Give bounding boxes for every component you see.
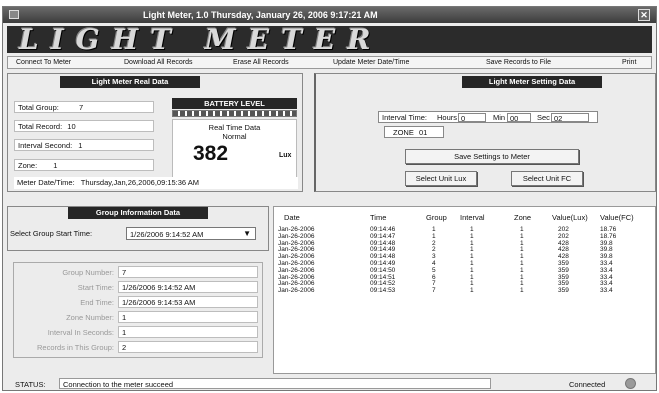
menu-update-meter-date-time[interactable]: Update Meter Date/Time — [333, 59, 409, 66]
zone-setting-row: ZONE 01 — [384, 126, 444, 138]
zone-number-label: Zone Number: — [66, 313, 114, 322]
start-time-label: Start Time: — [77, 283, 114, 292]
zone-value: 1 — [53, 161, 58, 170]
settings-header: Light Meter Setting Data — [462, 76, 602, 88]
select-unit-fc-button[interactable]: Select Unit FC — [511, 171, 583, 186]
realtime-status: Normal — [222, 132, 247, 141]
start-time-value: 1/26/2006 9:14:52 AM — [118, 281, 258, 293]
table-cell: 7 — [432, 287, 436, 295]
battery-level-fill — [173, 111, 296, 116]
battery-level-label: BATTERY LEVEL — [172, 98, 297, 109]
select-group-label: Select Group Start Time: — [10, 229, 93, 238]
app-banner: LIGHT METER — [7, 26, 652, 54]
end-time-value: 1/26/2006 9:14:53 AM — [118, 296, 258, 308]
save-settings-button[interactable]: Save Settings to Meter — [405, 149, 579, 164]
group-details-panel: Group Number: 7 Start Time: 1/26/2006 9:… — [13, 262, 263, 358]
meter-datetime-label: Meter Date/Time: — [17, 178, 75, 187]
group-info-select-panel: Group Information Data Select Group Star… — [7, 206, 269, 251]
records-in-group-label: Records in This Group: — [37, 343, 114, 352]
menu-erase-all-records[interactable]: Erase All Records — [233, 59, 289, 66]
interval-seconds-label: Interval In Seconds: — [47, 328, 114, 337]
status-bar: STATUS: Connection to the meter succeed … — [7, 378, 656, 391]
lux-reading: 382 — [193, 142, 229, 165]
meter-datetime-field: Meter Date/Time: Thursday,Jan,26,2006,09… — [14, 177, 298, 189]
table-cell: 09:14:53 — [370, 287, 396, 295]
total-record-field: Total Record: 10 — [14, 120, 154, 132]
table-cell: 1 — [520, 287, 524, 295]
app-icon — [9, 10, 19, 19]
total-group-value: 7 — [78, 103, 84, 112]
total-group-field: Total Group: 7 — [14, 101, 154, 113]
chevron-down-icon[interactable]: ▼ — [243, 229, 251, 238]
interval-second-label: Interval Second: — [18, 141, 73, 150]
battery-level-bar — [172, 110, 297, 117]
menu-bar: Connect To Meter Download All Records Er… — [7, 56, 652, 69]
interval-seconds-value: 1 — [118, 326, 258, 338]
settings-panel: Light Meter Setting Data Interval Time: … — [314, 73, 656, 192]
column-header-zone: Zone — [514, 213, 532, 222]
hours-label: Hours — [437, 113, 458, 122]
connection-status: Connected — [569, 380, 606, 389]
table-cell: 1 — [470, 287, 474, 295]
zone-field: Zone: 1 — [14, 159, 154, 171]
connection-led-icon — [625, 378, 636, 389]
status-message: Connection to the meter succeed — [63, 380, 174, 389]
reading-unit: Lux — [279, 152, 292, 159]
sec-label: Sec — [537, 113, 550, 122]
close-icon[interactable]: ✕ — [638, 9, 650, 21]
column-header-interval: Interval — [460, 213, 485, 222]
zone-label: Zone: — [18, 161, 38, 170]
realtime-label: Real Time Data — [208, 123, 261, 132]
zone-setting-input[interactable]: 01 — [419, 128, 427, 137]
column-header-date: Date — [284, 213, 300, 222]
group-start-time-select[interactable]: 1/26/2006 9:14:52 AM ▼ — [126, 227, 256, 240]
table-cell: 359 — [558, 287, 569, 295]
real-data-panel: Light Meter Real Data Total Group: 7 Tot… — [7, 73, 303, 192]
total-group-label: Total Group: — [18, 103, 59, 112]
hours-input[interactable]: 0 — [458, 113, 486, 123]
group-info-header: Group Information Data — [68, 207, 208, 219]
title-bar: Light Meter, 1.0 Thursday, January 26, 2… — [3, 7, 656, 23]
interval-time-label: Interval Time: — [382, 113, 428, 122]
real-data-header: Light Meter Real Data — [60, 76, 200, 88]
total-record-label: Total Record: — [18, 122, 63, 131]
realtime-display: Real Time Data Normal 382 Lux — [172, 119, 297, 181]
window-title: Light Meter, 1.0 Thursday, January 26, 2… — [143, 10, 378, 20]
column-header-value-lux: Value(Lux) — [552, 213, 588, 222]
meter-datetime-value: Thursday,Jan,26,2006,09:15:36 AM — [80, 178, 200, 187]
end-time-label: End Time: — [80, 298, 114, 307]
total-record-value: 10 — [67, 122, 76, 131]
menu-save-records-to-file[interactable]: Save Records to File — [486, 59, 551, 66]
zone-number-value: 1 — [118, 311, 258, 323]
table-cell: Jan-26-2006 — [278, 287, 315, 295]
sec-input[interactable]: 02 — [551, 113, 589, 123]
menu-connect-to-meter[interactable]: Connect To Meter — [16, 59, 71, 66]
group-start-time-value: 1/26/2006 9:14:52 AM — [130, 230, 204, 239]
main-window: Light Meter, 1.0 Thursday, January 26, 2… — [2, 6, 657, 391]
column-header-time: Time — [370, 213, 387, 222]
table-cell: 33.4 — [600, 287, 613, 295]
records-in-group-value: 2 — [118, 341, 258, 353]
min-label: Min — [493, 113, 506, 122]
column-header-value-fc: Value(FC) — [600, 213, 634, 222]
records-table: Date Time Group Interval Zone Value(Lux)… — [273, 206, 656, 374]
menu-download-all-records[interactable]: Download All Records — [124, 59, 192, 66]
menu-print[interactable]: Print — [622, 59, 636, 66]
min-input[interactable]: 00 — [507, 113, 531, 123]
group-number-value: 7 — [118, 266, 258, 278]
group-number-label: Group Number: — [62, 268, 114, 277]
status-label: STATUS: — [15, 380, 46, 389]
select-unit-lux-button[interactable]: Select Unit Lux — [405, 171, 477, 186]
zone-setting-label: ZONE — [393, 128, 414, 137]
column-header-group: Group — [426, 213, 447, 222]
interval-second-field: Interval Second: 1 — [14, 139, 154, 151]
status-message-box: Connection to the meter succeed — [59, 378, 491, 389]
interval-time-row: Interval Time: Hours 0 Min 00 Sec 02 — [378, 111, 598, 123]
interval-second-value: 1 — [78, 141, 83, 150]
